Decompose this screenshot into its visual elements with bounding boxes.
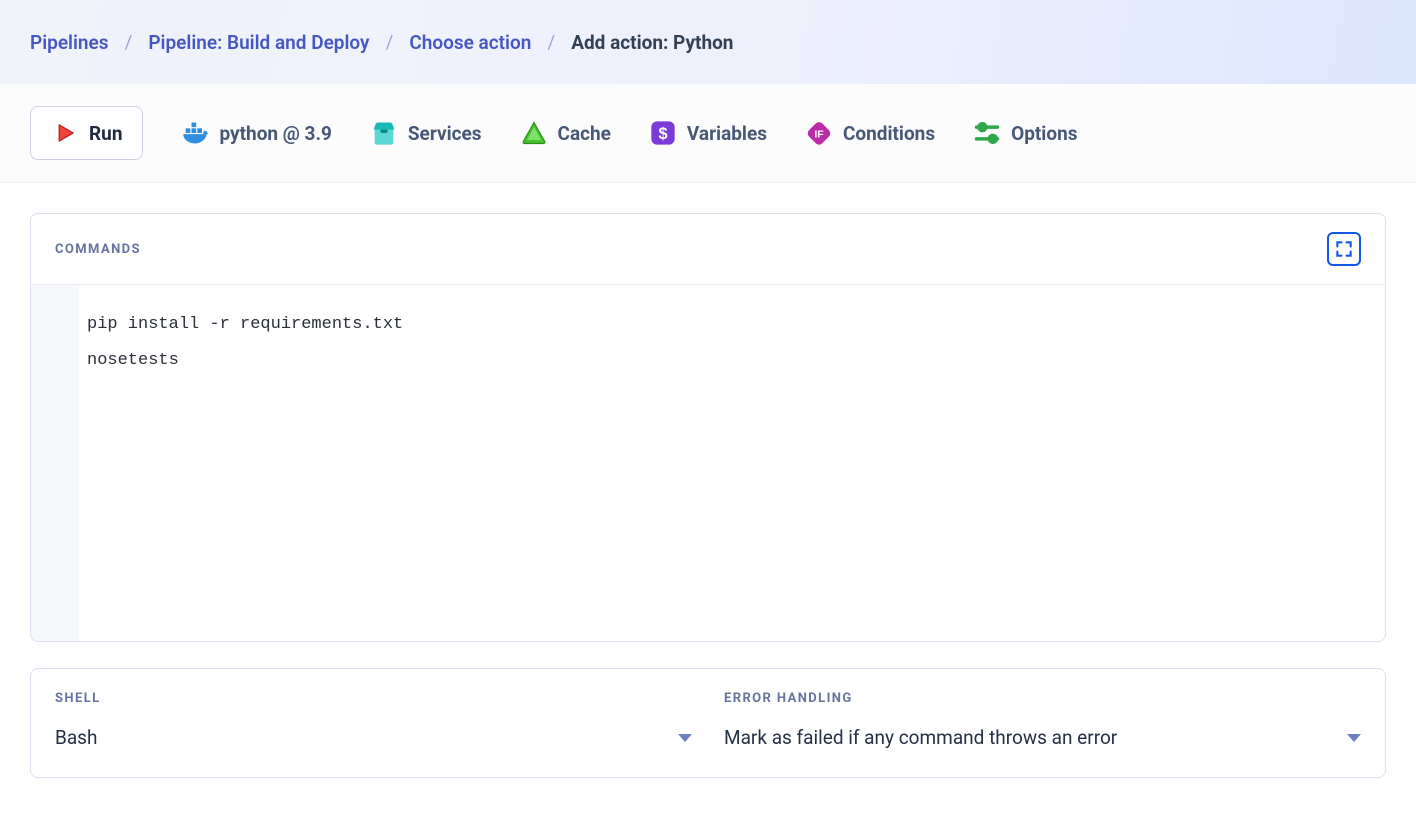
breadcrumb-separator: /: [125, 31, 133, 54]
content: COMMANDS pip install -r requirements.txt…: [0, 183, 1416, 808]
tabs-bar: Run python @ 3.9 Services: [0, 84, 1416, 183]
play-icon: [51, 119, 79, 147]
svg-text:IF: IF: [814, 129, 824, 141]
tab-label: Conditions: [843, 122, 935, 145]
tab-cache[interactable]: Cache: [520, 119, 611, 147]
header: Pipelines / Pipeline: Build and Deploy /…: [0, 0, 1416, 84]
tab-run[interactable]: Run: [30, 106, 143, 160]
breadcrumb-separator: /: [385, 31, 393, 54]
error-handling-value: Mark as failed if any command throws an …: [724, 726, 1117, 749]
tab-label: Cache: [558, 122, 611, 145]
tab-options[interactable]: Options: [973, 119, 1077, 147]
chevron-down-icon: [678, 734, 692, 742]
tab-label: python @ 3.9: [219, 122, 331, 145]
package-icon: [370, 119, 398, 147]
commands-title: COMMANDS: [55, 242, 141, 257]
fullscreen-button[interactable]: [1327, 232, 1361, 266]
breadcrumb-pipelines[interactable]: Pipelines: [30, 31, 109, 54]
tab-environment[interactable]: python @ 3.9: [181, 119, 331, 147]
cache-icon: [520, 119, 548, 147]
docker-icon: [181, 119, 209, 147]
tab-label: Services: [408, 122, 482, 145]
shell-title: SHELL: [55, 691, 692, 706]
commands-header: COMMANDS: [31, 214, 1385, 285]
shell-select[interactable]: Bash: [55, 726, 692, 749]
tab-label: Options: [1011, 122, 1077, 145]
chevron-down-icon: [1347, 734, 1361, 742]
error-handling-title: ERROR HANDLING: [724, 691, 1361, 706]
editor-gutter: [31, 285, 79, 641]
commands-code[interactable]: pip install -r requirements.txt nosetest…: [79, 285, 1385, 641]
tab-variables[interactable]: $ Variables: [649, 119, 767, 147]
tab-label: Run: [89, 122, 122, 145]
svg-text:$: $: [658, 125, 667, 143]
error-handling-select[interactable]: Mark as failed if any command throws an …: [724, 726, 1361, 749]
shell-value: Bash: [55, 726, 97, 749]
dollar-icon: $: [649, 119, 677, 147]
breadcrumb-pipeline[interactable]: Pipeline: Build and Deploy: [148, 31, 369, 54]
breadcrumb-current: Add action: Python: [571, 31, 733, 54]
breadcrumb: Pipelines / Pipeline: Build and Deploy /…: [30, 31, 733, 54]
shell-column: SHELL Bash: [55, 691, 692, 749]
commands-editor[interactable]: pip install -r requirements.txt nosetest…: [31, 285, 1385, 641]
error-handling-column: ERROR HANDLING Mark as failed if any com…: [724, 691, 1361, 749]
tab-services[interactable]: Services: [370, 119, 482, 147]
breadcrumb-choose-action[interactable]: Choose action: [409, 31, 531, 54]
breadcrumb-separator: /: [547, 31, 555, 54]
commands-panel: COMMANDS pip install -r requirements.txt…: [30, 213, 1386, 642]
tab-conditions[interactable]: IF Conditions: [805, 119, 935, 147]
sliders-icon: [973, 119, 1001, 147]
if-icon: IF: [805, 119, 833, 147]
tab-label: Variables: [687, 122, 767, 145]
settings-panel: SHELL Bash ERROR HANDLING Mark as failed…: [30, 668, 1386, 778]
